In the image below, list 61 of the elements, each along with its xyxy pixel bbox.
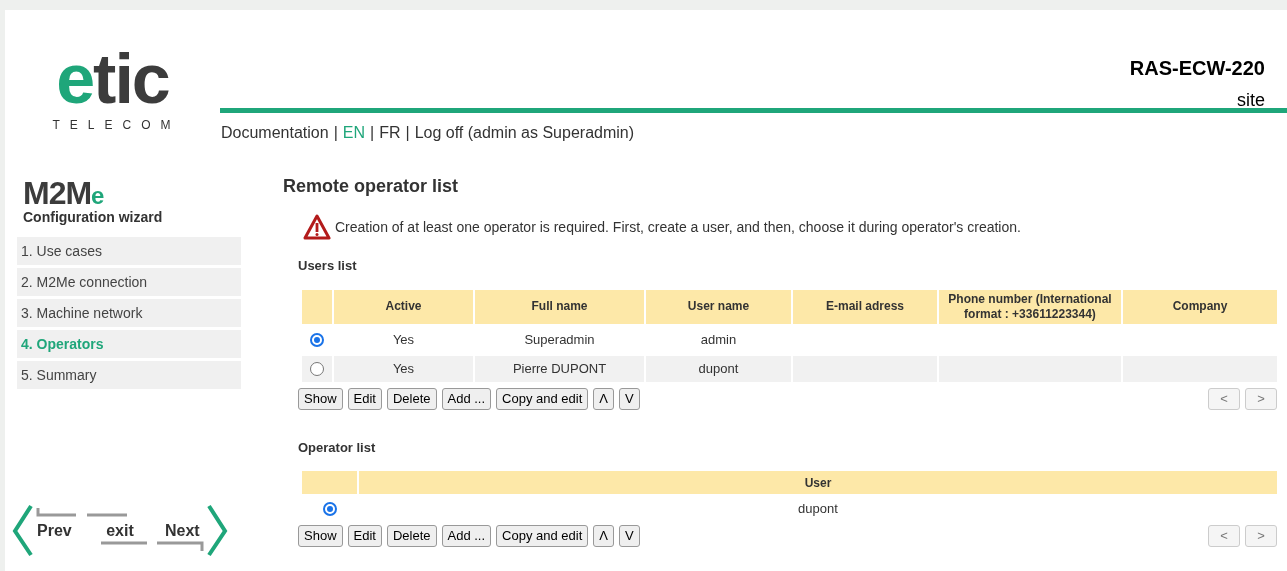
action-button[interactable]: Copy and edit xyxy=(496,525,589,547)
wizard-step[interactable]: 1. Use cases xyxy=(17,237,241,265)
table-cell-text: Superadmin xyxy=(523,330,596,349)
logo-subtitle: TELECOM xyxy=(52,117,181,134)
warning-icon xyxy=(303,214,331,240)
column-header: User xyxy=(359,471,1277,494)
site-label: site xyxy=(1237,89,1265,112)
page-title: Remote operator list xyxy=(283,175,460,198)
action-button[interactable]: Show xyxy=(298,387,343,410)
separator: | xyxy=(405,123,410,143)
prev-button[interactable]: Prev xyxy=(11,503,83,559)
column-header: Active xyxy=(334,289,473,324)
action-button[interactable]: Delete xyxy=(386,525,437,547)
column-header: E-mail adress xyxy=(793,289,937,324)
table-cell-text: Yes xyxy=(391,330,416,349)
action-button[interactable]: Λ xyxy=(593,525,614,547)
column-header: User name xyxy=(646,289,791,324)
table-cell: Yes xyxy=(334,355,473,382)
radio-button[interactable] xyxy=(310,361,324,376)
nav-link[interactable]: Documentation xyxy=(221,121,329,145)
nav-link[interactable]: Log off (admin as Superadmin) xyxy=(414,121,635,145)
action-button[interactable]: Add ... xyxy=(441,387,492,410)
column-header: Full name xyxy=(475,289,644,324)
separator: | xyxy=(370,123,375,143)
pager-button[interactable]: < xyxy=(1208,387,1240,410)
action-button[interactable]: V xyxy=(619,525,640,547)
pager-button[interactable]: < xyxy=(1208,525,1240,547)
section-title: Users list xyxy=(298,257,358,275)
pager-button[interactable]: > xyxy=(1245,387,1277,410)
column-header: Company xyxy=(1123,289,1277,324)
action-button[interactable]: Delete xyxy=(386,387,437,410)
action-button[interactable]: V xyxy=(619,387,640,410)
wizard-step[interactable]: 2. M2Me connection xyxy=(17,268,241,296)
action-button[interactable]: Show xyxy=(298,525,343,547)
wizard-step[interactable]: 5. Summary xyxy=(17,361,241,389)
nav-link[interactable]: FR xyxy=(379,121,401,145)
table-cell-text: dupont xyxy=(797,500,839,519)
action-button[interactable]: Copy and edit xyxy=(496,387,589,410)
exit-button[interactable]: exit xyxy=(87,503,153,559)
header-cell xyxy=(302,471,357,494)
separator: | xyxy=(333,123,338,143)
device-name: RAS-ECW-220 xyxy=(1129,56,1265,81)
wizard-subtitle: Configuration wizard xyxy=(23,208,164,227)
action-button[interactable]: Λ xyxy=(593,387,614,410)
next-button[interactable]: Next xyxy=(157,503,229,559)
warning-message: Creation of at least one operator is required. First, create a user, and then, choose it during operator's creation. xyxy=(335,217,1021,237)
wizard-step[interactable]: 3. Machine network xyxy=(17,299,241,327)
table-cell: Pierre DUPONT xyxy=(475,355,644,382)
action-button[interactable]: Add ... xyxy=(441,525,492,547)
radio-button[interactable] xyxy=(322,502,337,516)
pager-button[interactable]: > xyxy=(1245,525,1277,547)
table-cell-text: admin xyxy=(699,330,738,349)
action-button[interactable]: Edit xyxy=(347,525,382,547)
action-button[interactable]: Edit xyxy=(347,387,382,410)
radio-button[interactable] xyxy=(310,332,324,347)
table-cell: dupont xyxy=(646,355,791,382)
brand-logo: M2Me xyxy=(23,177,105,209)
section-title: Operator list xyxy=(298,438,377,457)
logo-wordmark: etic xyxy=(56,44,169,114)
column-header: Phone number (International format : +33611223344) xyxy=(939,289,1121,324)
header-cell xyxy=(302,289,332,324)
